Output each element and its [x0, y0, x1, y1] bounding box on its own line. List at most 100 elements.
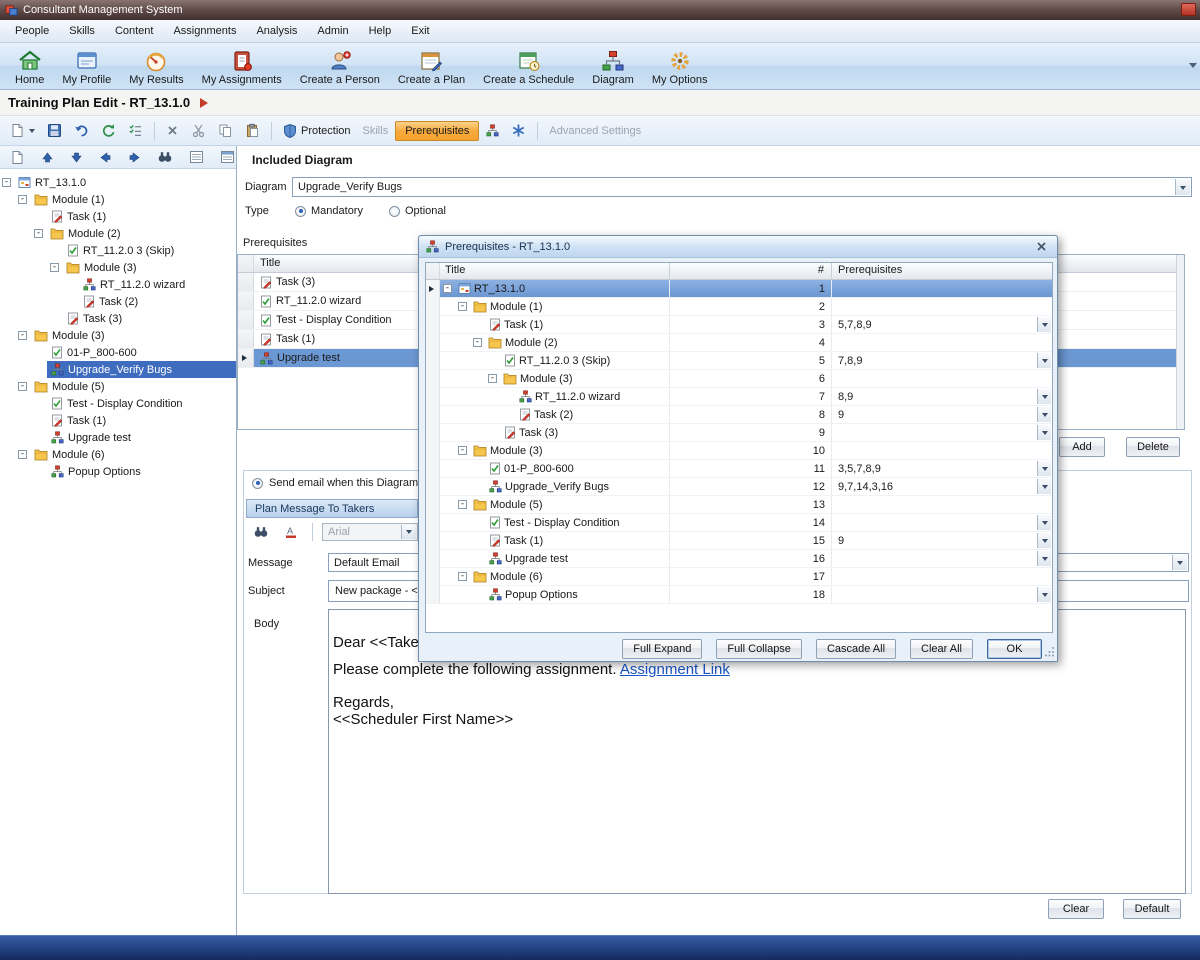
- paste-button[interactable]: [240, 121, 265, 140]
- dialog-row-rt-11-2-0-3-skip[interactable]: RT_11.2.0 3 (Skip)57,8,9: [426, 352, 1052, 370]
- send-email-radio[interactable]: [252, 478, 263, 489]
- tree-item-test-display-condition[interactable]: Test - Display Condition: [0, 395, 236, 412]
- advanced-settings-button[interactable]: Advanced Settings: [544, 123, 646, 139]
- message-dropdown-icon[interactable]: [1172, 555, 1187, 570]
- dialog-row-module-5[interactable]: -Module (5)13: [426, 496, 1052, 514]
- tree-item-upgrade-test[interactable]: Upgrade test: [0, 429, 236, 446]
- tree-item-module-3[interactable]: -Module (3): [0, 259, 236, 276]
- dialog-row-module-6[interactable]: -Module (6)17: [426, 568, 1052, 586]
- dialog-row-module-3[interactable]: -Module (3)10: [426, 442, 1052, 460]
- expander-icon[interactable]: -: [18, 195, 27, 204]
- prereq-dropdown-icon[interactable]: [1037, 317, 1051, 332]
- dialog-row-upgrade-test[interactable]: Upgrade test16: [426, 550, 1052, 568]
- type-radio-optional[interactable]: Optional: [389, 205, 446, 217]
- tree-item-module-3[interactable]: -Module (3): [0, 327, 236, 344]
- dialog-button-full-expand[interactable]: Full Expand: [622, 639, 702, 659]
- send-email-option[interactable]: Send email when this Diagram is av: [252, 477, 444, 489]
- tree-item-task-1[interactable]: Task (1): [0, 208, 236, 225]
- tree-item-module-6[interactable]: -Module (6): [0, 446, 236, 463]
- prereq-dropdown-icon[interactable]: [1037, 515, 1051, 530]
- delete-button[interactable]: [161, 122, 184, 139]
- prereq-dropdown-icon[interactable]: [1037, 533, 1051, 548]
- toolbar-my-profile[interactable]: My Profile: [53, 43, 120, 89]
- toolbar-my-assignments[interactable]: My Assignments: [193, 43, 291, 89]
- tree-item-rt-11-2-0-wizard[interactable]: RT_11.2.0 wizard: [0, 276, 236, 293]
- menu-item-exit[interactable]: Exit: [401, 20, 439, 42]
- undo-button[interactable]: [69, 121, 94, 140]
- prereq-dropdown-icon[interactable]: [1037, 425, 1051, 440]
- toolbar-create-a-schedule[interactable]: Create a Schedule: [474, 43, 583, 89]
- dialog-title-bar[interactable]: Prerequisites - RT_13.1.0: [419, 236, 1057, 258]
- type-radio-mandatory[interactable]: Mandatory: [295, 205, 363, 217]
- prereq-dropdown-icon[interactable]: [1037, 353, 1051, 368]
- dialog-row-01-p-800-600[interactable]: 01-P_800-600113,5,7,8,9: [426, 460, 1052, 478]
- expander-icon[interactable]: -: [458, 500, 467, 509]
- save-button[interactable]: [42, 121, 67, 140]
- menu-item-skills[interactable]: Skills: [59, 20, 105, 42]
- expander-icon[interactable]: -: [2, 178, 11, 187]
- new-item-button[interactable]: [5, 121, 40, 140]
- tree-item-upgrade-verify-bugs[interactable]: Upgrade_Verify Bugs: [0, 361, 236, 378]
- tree-item-module-1[interactable]: -Module (1): [0, 191, 236, 208]
- plan-message-tab[interactable]: Plan Message To Takers: [246, 499, 418, 518]
- cut-button[interactable]: [186, 121, 211, 140]
- tree-item-rt-11-2-0-3-skip[interactable]: RT_11.2.0 3 (Skip): [0, 242, 236, 259]
- prereq-dropdown-icon[interactable]: [1037, 551, 1051, 566]
- refresh-button[interactable]: [96, 121, 121, 140]
- dialog-row-module-1[interactable]: -Module (1)2: [426, 298, 1052, 316]
- window-close-button[interactable]: [1181, 3, 1196, 16]
- add-button[interactable]: Add: [1059, 437, 1105, 457]
- tree-item-task-3[interactable]: Task (3): [0, 310, 236, 327]
- toolbar-home[interactable]: Home: [6, 43, 53, 89]
- tree-toolbar-view-list-button[interactable]: [184, 148, 209, 166]
- cascade-button[interactable]: [506, 121, 531, 140]
- protection-button[interactable]: Protection: [278, 121, 356, 140]
- dialog-row-test-display-condition[interactable]: Test - Display Condition14: [426, 514, 1052, 532]
- dialog-row-task-3[interactable]: Task (3)9: [426, 424, 1052, 442]
- dialog-row-module-3[interactable]: -Module (3)6: [426, 370, 1052, 388]
- dialog-row-upgrade-verify-bugs[interactable]: Upgrade_Verify Bugs129,7,14,3,16: [426, 478, 1052, 496]
- expander-icon[interactable]: -: [458, 572, 467, 581]
- expander-icon[interactable]: -: [18, 450, 27, 459]
- delete-button[interactable]: Delete: [1126, 437, 1180, 457]
- tree-toolbar-left-arrow-button[interactable]: [94, 149, 117, 166]
- menu-item-admin[interactable]: Admin: [307, 20, 358, 42]
- expander-icon[interactable]: -: [488, 374, 497, 383]
- tree-item-rt-13-1-0[interactable]: -RT_13.1.0: [0, 174, 236, 191]
- tree-toolbar-find-button[interactable]: [152, 148, 178, 166]
- dialog-col-number[interactable]: #: [670, 263, 832, 279]
- expander-icon[interactable]: -: [18, 331, 27, 340]
- menu-item-content[interactable]: Content: [105, 20, 164, 42]
- menu-item-assignments[interactable]: Assignments: [163, 20, 246, 42]
- diagram-combobox[interactable]: Upgrade_Verify Bugs: [292, 177, 1192, 197]
- copy-button[interactable]: [213, 121, 238, 140]
- dialog-row-rt-11-2-0-wizard[interactable]: RT_11.2.0 wizard78,9: [426, 388, 1052, 406]
- dialog-button-ok[interactable]: OK: [987, 639, 1042, 659]
- prereq-dropdown-icon[interactable]: [1037, 479, 1051, 494]
- prereq-dropdown-icon[interactable]: [1037, 587, 1051, 602]
- fontbar-find-button[interactable]: [248, 523, 274, 541]
- tree-item-01-p-800-600[interactable]: 01-P_800-600: [0, 344, 236, 361]
- checklist-button[interactable]: [123, 121, 148, 140]
- tree-toolbar-new-file-button[interactable]: [5, 148, 30, 167]
- font-name-combobox[interactable]: Arial: [322, 523, 418, 541]
- prereq-dropdown-icon[interactable]: [1037, 389, 1051, 404]
- dialog-row-task-2[interactable]: Task (2)89: [426, 406, 1052, 424]
- dialog-col-title[interactable]: Title: [440, 263, 670, 279]
- dialog-button-full-collapse[interactable]: Full Collapse: [716, 639, 802, 659]
- toolbar-overflow-icon[interactable]: [1189, 63, 1197, 71]
- expander-icon[interactable]: -: [50, 263, 59, 272]
- diagram-tool-button[interactable]: [481, 122, 504, 139]
- toolbar-create-a-plan[interactable]: Create a Plan: [389, 43, 474, 89]
- dialog-row-popup-options[interactable]: Popup Options18: [426, 586, 1052, 604]
- menu-item-analysis[interactable]: Analysis: [246, 20, 307, 42]
- expander-icon[interactable]: -: [458, 302, 467, 311]
- expander-icon[interactable]: -: [458, 446, 467, 455]
- expander-icon[interactable]: -: [473, 338, 482, 347]
- dialog-row-module-2[interactable]: -Module (2)4: [426, 334, 1052, 352]
- grid-scrollbar[interactable]: [1176, 255, 1184, 429]
- dialog-row-rt-13-1-0[interactable]: -RT_13.1.01: [426, 280, 1052, 298]
- menu-item-help[interactable]: Help: [359, 20, 402, 42]
- tree-toolbar-right-arrow-button[interactable]: [123, 149, 146, 166]
- dialog-close-icon[interactable]: [1033, 239, 1050, 254]
